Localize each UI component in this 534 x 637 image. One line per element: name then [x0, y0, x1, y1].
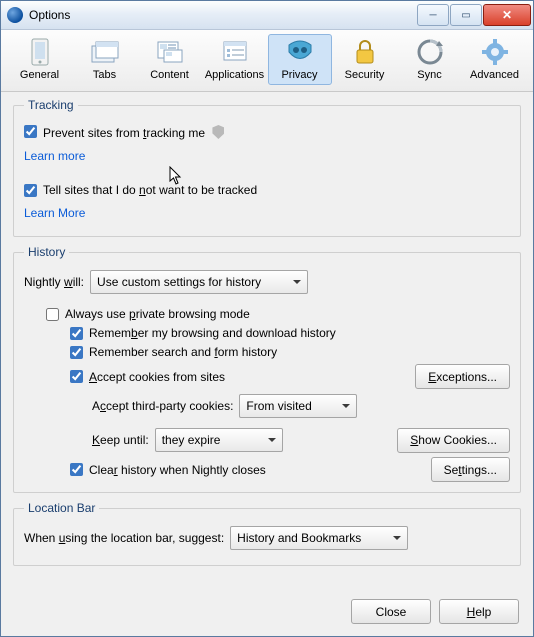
- keep-until-select[interactable]: they expire: [155, 428, 283, 452]
- accept-cookies-checkbox[interactable]: [70, 370, 83, 383]
- prevent-tracking-checkbox[interactable]: [24, 125, 37, 138]
- dialog-footer: Close Help: [1, 589, 533, 636]
- tracking-group: Tracking Prevent sites from tracking me …: [13, 98, 521, 237]
- history-mode-select[interactable]: Use custom settings for history: [90, 270, 308, 294]
- privacy-mask-icon: [286, 38, 314, 66]
- remember-form-checkbox[interactable]: [70, 346, 83, 359]
- location-bar-legend: Location Bar: [24, 501, 99, 515]
- always-private-checkbox[interactable]: [46, 308, 59, 321]
- clear-on-close-label: Clear history when Nightly closes: [89, 463, 266, 477]
- tab-privacy[interactable]: Privacy: [268, 34, 332, 85]
- location-bar-suggest-label: When using the location bar, suggest:: [24, 531, 224, 545]
- titlebar: Options ─ ▭ ✕: [1, 1, 533, 30]
- minimize-button[interactable]: ─: [417, 4, 449, 26]
- maximize-button[interactable]: ▭: [450, 4, 482, 26]
- history-group: History Nightly will: Use custom setting…: [13, 245, 521, 493]
- clear-settings-button[interactable]: Settings...: [431, 457, 510, 482]
- content-icon: [156, 38, 184, 66]
- close-button[interactable]: Close: [351, 599, 431, 624]
- tracking-learn-more-link-2[interactable]: Learn More: [24, 206, 85, 220]
- prevent-tracking-label: Prevent sites from tracking me: [43, 123, 224, 140]
- tab-general[interactable]: General: [8, 34, 72, 85]
- show-cookies-button[interactable]: Show Cookies...: [397, 428, 510, 453]
- accept-cookies-label: Accept cookies from sites: [89, 370, 225, 384]
- clear-on-close-checkbox[interactable]: [70, 463, 83, 476]
- dnt-label: Tell sites that I do not want to be trac…: [43, 183, 257, 197]
- sync-icon: [416, 38, 444, 66]
- tabs-icon: [91, 38, 119, 66]
- always-private-label: Always use private browsing mode: [65, 307, 250, 321]
- third-party-cookies-select[interactable]: From visited: [239, 394, 357, 418]
- location-bar-suggest-select[interactable]: History and Bookmarks: [230, 526, 408, 550]
- tracking-legend: Tracking: [24, 98, 78, 112]
- remember-browsing-label: Remember my browsing and download histor…: [89, 326, 336, 340]
- remember-form-label: Remember search and form history: [89, 345, 277, 359]
- window-title: Options: [29, 8, 417, 22]
- applications-icon: [221, 38, 249, 66]
- tab-content[interactable]: Content: [138, 34, 202, 85]
- keep-until-label: Keep until:: [92, 433, 149, 447]
- advanced-gear-icon: [481, 38, 509, 66]
- window-close-button[interactable]: ✕: [483, 4, 531, 26]
- cookie-exceptions-button[interactable]: Exceptions...: [415, 364, 510, 389]
- remember-browsing-checkbox[interactable]: [70, 327, 83, 340]
- dnt-checkbox[interactable]: [24, 184, 37, 197]
- shield-icon: [212, 125, 224, 139]
- tab-advanced[interactable]: Advanced: [463, 34, 527, 85]
- help-button[interactable]: Help: [439, 599, 519, 624]
- app-icon: [7, 7, 23, 23]
- options-body: Tracking Prevent sites from tracking me …: [1, 92, 533, 589]
- category-toolbar: General Tabs Content Applications Privac…: [1, 30, 533, 92]
- tab-tabs[interactable]: Tabs: [73, 34, 137, 85]
- history-legend: History: [24, 245, 69, 259]
- security-lock-icon: [351, 38, 379, 66]
- tracking-learn-more-link-1[interactable]: Learn more: [24, 149, 85, 163]
- tab-security[interactable]: Security: [333, 34, 397, 85]
- general-icon: [26, 38, 54, 66]
- nightly-will-label: Nightly will:: [24, 275, 84, 289]
- third-party-label: Accept third-party cookies:: [92, 399, 233, 413]
- tab-applications[interactable]: Applications: [203, 34, 267, 85]
- location-bar-group: Location Bar When using the location bar…: [13, 501, 521, 566]
- tab-sync[interactable]: Sync: [398, 34, 462, 85]
